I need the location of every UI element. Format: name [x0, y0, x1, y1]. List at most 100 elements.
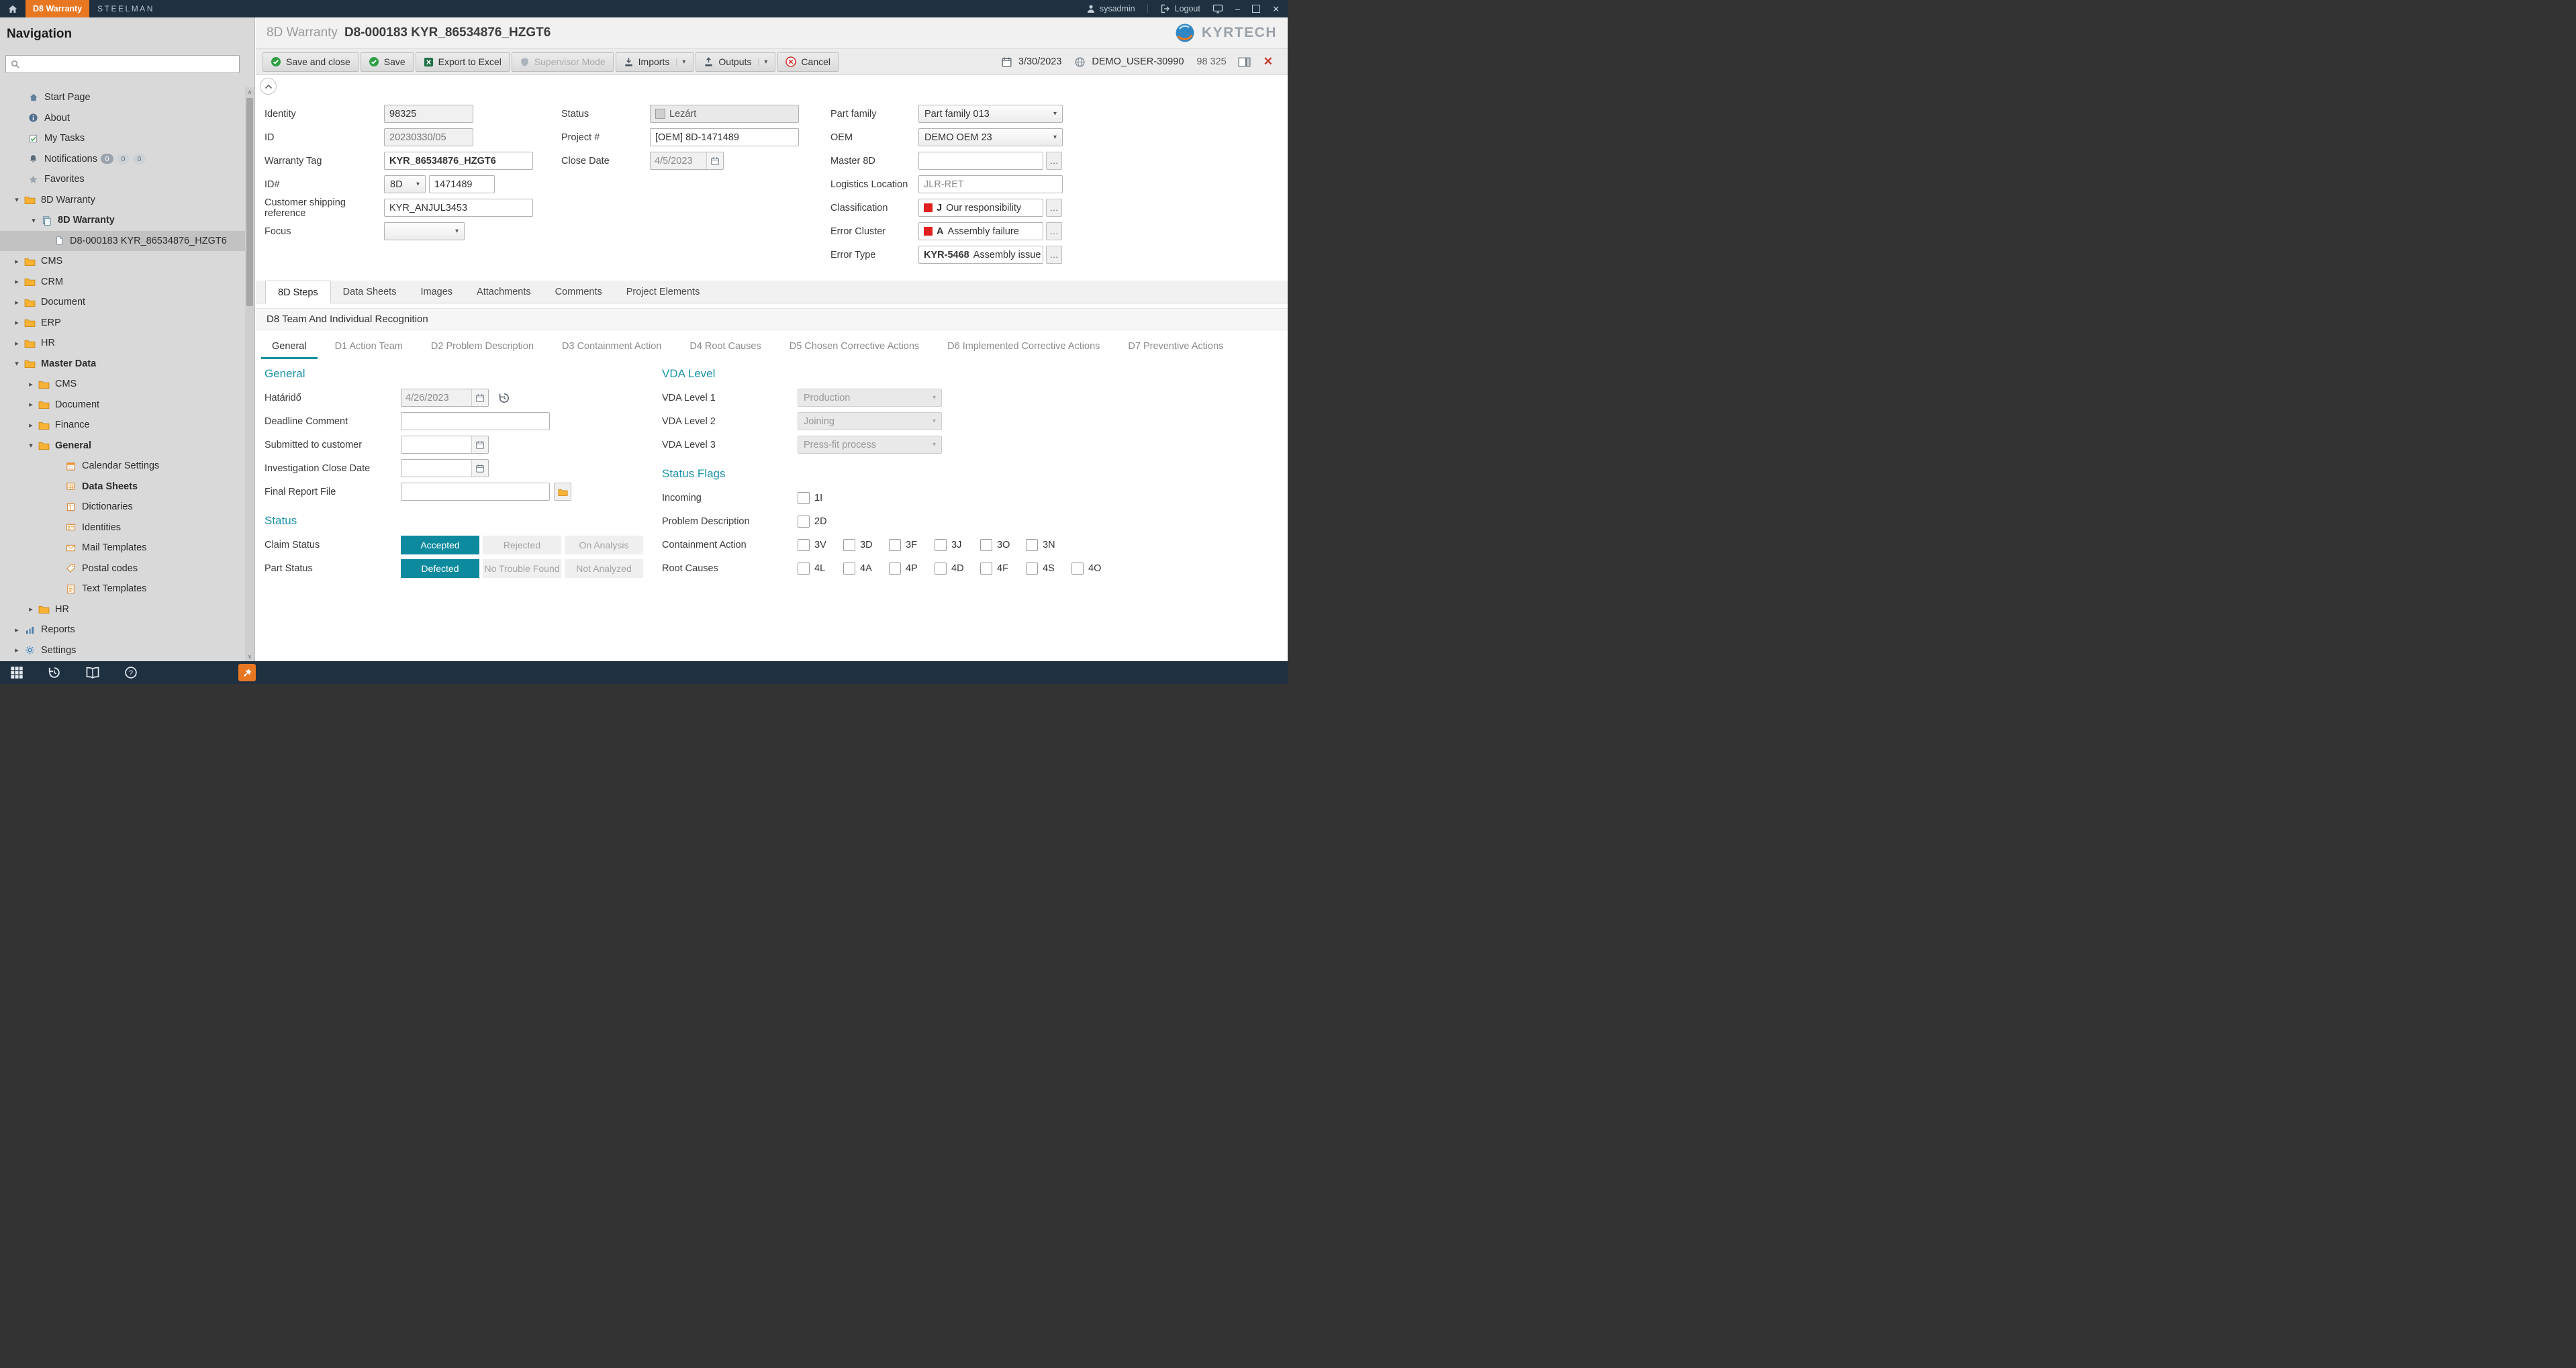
sidebar-item-hr[interactable]: ▸ HR	[0, 333, 245, 354]
sidebar-item-finance[interactable]: ▸ Finance	[0, 415, 245, 436]
deadline-calendar-button[interactable]	[471, 389, 488, 406]
sidebar-item-document[interactable]: ▸ Document	[0, 292, 245, 313]
tab-comments[interactable]: Comments	[543, 281, 614, 303]
sidebar-item-8d-warranty-module[interactable]: ▾ 8D Warranty	[0, 210, 245, 231]
error-type-box[interactable]: KYR-5468 Assembly issue	[918, 246, 1043, 264]
layout-panels-icon[interactable]	[1238, 57, 1251, 67]
flag-checkbox-4o[interactable]: 4O	[1071, 563, 1117, 575]
logout-button[interactable]: Logout	[1160, 4, 1200, 13]
logistics-location-box[interactable]: JLR-RET	[918, 175, 1063, 193]
submitted-date-box[interactable]	[401, 436, 489, 454]
deadline-date-box[interactable]	[401, 389, 489, 407]
sidebar-item-master-data[interactable]: ▾ Master Data	[0, 354, 245, 375]
id-prefix-dropdown[interactable]: 8D ▾	[384, 175, 426, 193]
caret-down-icon[interactable]: ▾	[676, 58, 685, 66]
project-number-input[interactable]	[650, 128, 799, 146]
close-record-button[interactable]: ✕	[1259, 54, 1277, 69]
search-input[interactable]	[23, 58, 235, 70]
tab-data-sheets[interactable]: Data Sheets	[331, 281, 409, 303]
deadline-history-button[interactable]	[498, 392, 510, 404]
vda-level-2-dropdown[interactable]: Joining ▾	[798, 412, 942, 430]
chevron-down-icon[interactable]: ▾	[10, 195, 23, 204]
id-number-input[interactable]	[429, 175, 495, 193]
sidebar-item-master-cms[interactable]: ▸ CMS	[0, 374, 245, 395]
display-monitor-icon[interactable]	[1212, 4, 1223, 13]
sidebar-item-about[interactable]: About	[0, 108, 245, 129]
investigation-close-date-input[interactable]	[401, 463, 471, 474]
sidebar-item-identities[interactable]: Identities	[0, 518, 245, 538]
sidebar-item-text-templates[interactable]: Text Templates	[0, 579, 245, 599]
export-to-excel-button[interactable]: Export to Excel	[416, 52, 510, 72]
pin-sidebar-button[interactable]	[238, 664, 256, 681]
sidebar-item-favorites[interactable]: Favorites	[0, 169, 245, 190]
flag-checkbox-3o[interactable]: 3O	[980, 539, 1026, 551]
classification-picker-button[interactable]: …	[1046, 199, 1062, 217]
subtab-d5-chosen-corrective-actions[interactable]: D5 Chosen Corrective Actions	[779, 335, 930, 359]
vda-level-1-dropdown[interactable]: Production ▾	[798, 389, 942, 407]
error-type-picker-button[interactable]: …	[1046, 246, 1062, 264]
classification-box[interactable]: J Our responsibility	[918, 199, 1043, 217]
flag-checkbox-4d[interactable]: 4D	[935, 563, 980, 575]
tab-attachments[interactable]: Attachments	[465, 281, 543, 303]
chevron-right-icon[interactable]: ▸	[10, 339, 23, 348]
sidebar-item-erp[interactable]: ▸ ERP	[0, 313, 245, 334]
claim-status-option-rejected[interactable]: Rejected	[483, 536, 561, 554]
flag-checkbox-3v[interactable]: 3V	[798, 539, 843, 551]
sidebar-item-data-sheets[interactable]: Data Sheets	[0, 477, 245, 497]
sidebar-item-8d-warranty[interactable]: ▾ 8D Warranty	[0, 190, 245, 211]
home-icon[interactable]	[8, 5, 17, 13]
part-family-dropdown[interactable]: Part family 013 ▾	[918, 105, 1063, 123]
subtab-d2-problem-description[interactable]: D2 Problem Description	[420, 335, 544, 359]
final-report-browse-button[interactable]	[554, 483, 571, 501]
flag-checkbox-4p[interactable]: 4P	[889, 563, 935, 575]
chevron-right-icon[interactable]: ▸	[10, 298, 23, 307]
manual-book-icon[interactable]	[85, 666, 100, 679]
scrollbar-thumb[interactable]	[246, 98, 253, 306]
flag-checkbox-2d[interactable]: 2D	[798, 516, 843, 528]
flag-checkbox-3d[interactable]: 3D	[843, 539, 889, 551]
sidebar-item-notifications[interactable]: Notifications 0 0 0	[0, 149, 245, 170]
flag-checkbox-4a[interactable]: 4A	[843, 563, 889, 575]
id-input[interactable]	[384, 128, 473, 146]
help-icon[interactable]: ?	[124, 666, 138, 679]
deadline-date-input[interactable]	[401, 393, 471, 403]
apps-grid-icon[interactable]	[10, 666, 23, 679]
chevron-down-icon[interactable]: ▾	[24, 441, 38, 450]
chevron-right-icon[interactable]: ▸	[10, 257, 23, 266]
master-8d-picker-button[interactable]: …	[1046, 152, 1062, 170]
sidebar-item-my-tasks[interactable]: My Tasks	[0, 128, 245, 149]
warranty-tag-input[interactable]	[384, 152, 533, 170]
cancel-button[interactable]: Cancel	[777, 52, 839, 72]
vda-level-3-dropdown[interactable]: Press-fit process ▾	[798, 436, 942, 454]
master-8d-box[interactable]	[918, 152, 1043, 170]
imports-button[interactable]: Imports ▾	[616, 52, 694, 72]
caret-down-icon[interactable]: ▾	[758, 58, 767, 66]
subtab-d4-root-causes[interactable]: D4 Root Causes	[679, 335, 771, 359]
close-date-calendar-button[interactable]	[706, 152, 723, 169]
subtab-d7-preventive-actions[interactable]: D7 Preventive Actions	[1117, 335, 1234, 359]
chevron-down-icon[interactable]: ▾	[10, 359, 23, 368]
scroll-up-arrow[interactable]: ∧	[245, 87, 254, 97]
sidebar-item-calendar-settings[interactable]: Calendar Settings	[0, 456, 245, 477]
sidebar-item-record-d8-000183[interactable]: D8-000183 KYR_86534876_HZGT6	[0, 231, 245, 252]
sidebar-item-postal-codes[interactable]: Postal codes	[0, 558, 245, 579]
flag-checkbox-3j[interactable]: 3J	[935, 539, 980, 551]
app-title-badge[interactable]: D8 Warranty	[26, 0, 89, 17]
close-date-input[interactable]	[651, 156, 706, 166]
flag-checkbox-4f[interactable]: 4F	[980, 563, 1026, 575]
tab-images[interactable]: Images	[408, 281, 465, 303]
error-cluster-picker-button[interactable]: …	[1046, 222, 1062, 240]
chevron-right-icon[interactable]: ▸	[10, 646, 23, 654]
identity-input[interactable]	[384, 105, 473, 123]
flag-checkbox-3f[interactable]: 3F	[889, 539, 935, 551]
sidebar-item-crm[interactable]: ▸ CRM	[0, 272, 245, 293]
minimize-button[interactable]: –	[1235, 5, 1240, 13]
tab-8d-steps[interactable]: 8D Steps	[265, 281, 331, 303]
part-status-option-defected[interactable]: Defected	[401, 559, 479, 578]
tab-project-elements[interactable]: Project Elements	[614, 281, 712, 303]
part-status-option-not-analyzed[interactable]: Not Analyzed	[565, 559, 643, 578]
sidebar-item-dictionaries[interactable]: Dictionaries	[0, 497, 245, 518]
focus-dropdown[interactable]: ▾	[384, 222, 465, 240]
supervisor-mode-button[interactable]: Supervisor Mode	[512, 52, 614, 72]
flag-checkbox-3n[interactable]: 3N	[1026, 539, 1071, 551]
